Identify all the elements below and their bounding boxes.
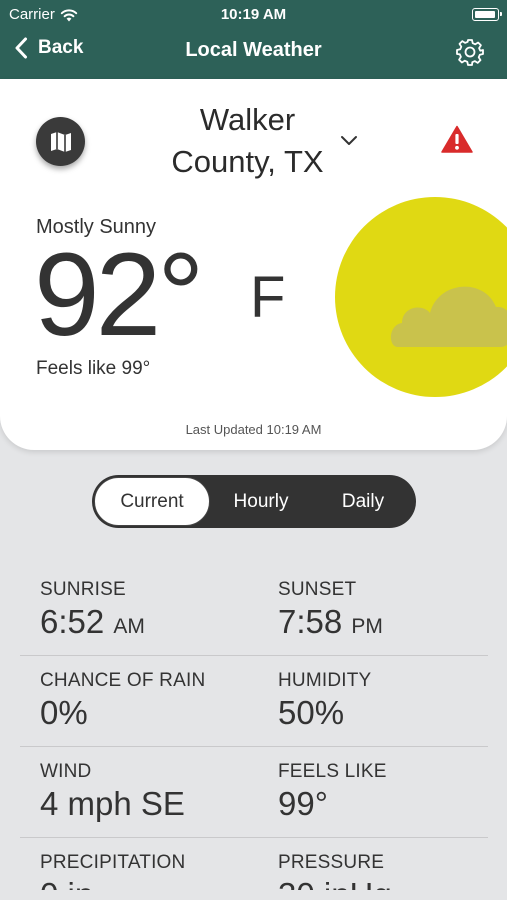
sunrise-label: SUNRISE [40,579,126,600]
humidity-cell: HUMIDITY 50% [278,670,371,732]
rain-value: 0% [40,694,88,731]
wind-cell: WIND 4 mph SE [40,761,185,823]
map-button[interactable] [36,117,85,166]
view-tabs: Current Hourly Daily [92,475,416,528]
feels-like-label: FEELS LIKE [278,761,387,782]
feels-cell: FEELS LIKE 99° [278,761,387,823]
gear-icon[interactable] [456,38,484,66]
pressure-value: 30 inHg [278,876,392,890]
nav-bar: Carrier 10:19 AM Back Local Weather [0,0,507,79]
temperature-unit: F [250,265,286,330]
last-updated: Last Updated 10:19 AM [185,422,322,437]
location-selector[interactable]: Walker County, TX [150,99,345,183]
precipitation-cell: PRECIPITATION 0 in [40,852,185,890]
details-grid: SUNRISE 6:52 AM SUNSET 7:58 PM CHANCE OF… [20,565,488,890]
tab-daily[interactable]: Daily [312,477,414,526]
details-row: SUNRISE 6:52 AM SUNSET 7:58 PM [20,565,488,656]
temperature-value: 92° [34,229,204,361]
sunrise-value: 6:52 AM [40,603,145,640]
battery-icon [472,8,502,21]
sunrise-cell: SUNRISE 6:52 AM [40,579,145,641]
feels-like-value: 99° [278,785,328,822]
rain-cell: CHANCE OF RAIN 0% [40,670,205,732]
humidity-value: 50% [278,694,345,731]
sunset-cell: SUNSET 7:58 PM [278,579,383,641]
map-icon [50,131,71,152]
page-title: Local Weather [185,39,322,61]
pressure-label: PRESSURE [278,852,385,873]
sunset-value: 7:58 PM [278,603,383,640]
status-time: 10:19 AM [220,6,287,23]
precipitation-value: 0 in [40,876,185,890]
chevron-down-icon[interactable] [340,134,358,146]
sunset-label: SUNSET [278,579,357,600]
humidity-label: HUMIDITY [278,670,372,691]
wind-label: WIND [40,761,92,782]
status-bar: Carrier 10:19 AM [0,0,507,30]
tab-hourly[interactable]: Hourly [210,477,312,526]
wind-value: 4 mph SE [40,785,185,822]
details-row: WIND 4 mph SE FEELS LIKE 99° [20,747,488,838]
tab-current[interactable]: Current [94,477,210,526]
details-row: CHANCE OF RAIN 0% HUMIDITY 50% [20,656,488,747]
precipitation-label: PRECIPITATION [40,852,186,873]
pressure-cell: PRESSURE 30 inHg [278,852,392,890]
warning-icon[interactable] [441,125,473,153]
cloud-icon [391,286,507,347]
rain-label: CHANCE OF RAIN [40,670,206,691]
weather-card: Walker County, TX Mostly Sunny 92° F Fee… [0,79,507,450]
feels-like-text: Feels like 99° [36,358,151,379]
details-row: PRECIPITATION 0 in PRESSURE 30 inHg [20,838,488,890]
